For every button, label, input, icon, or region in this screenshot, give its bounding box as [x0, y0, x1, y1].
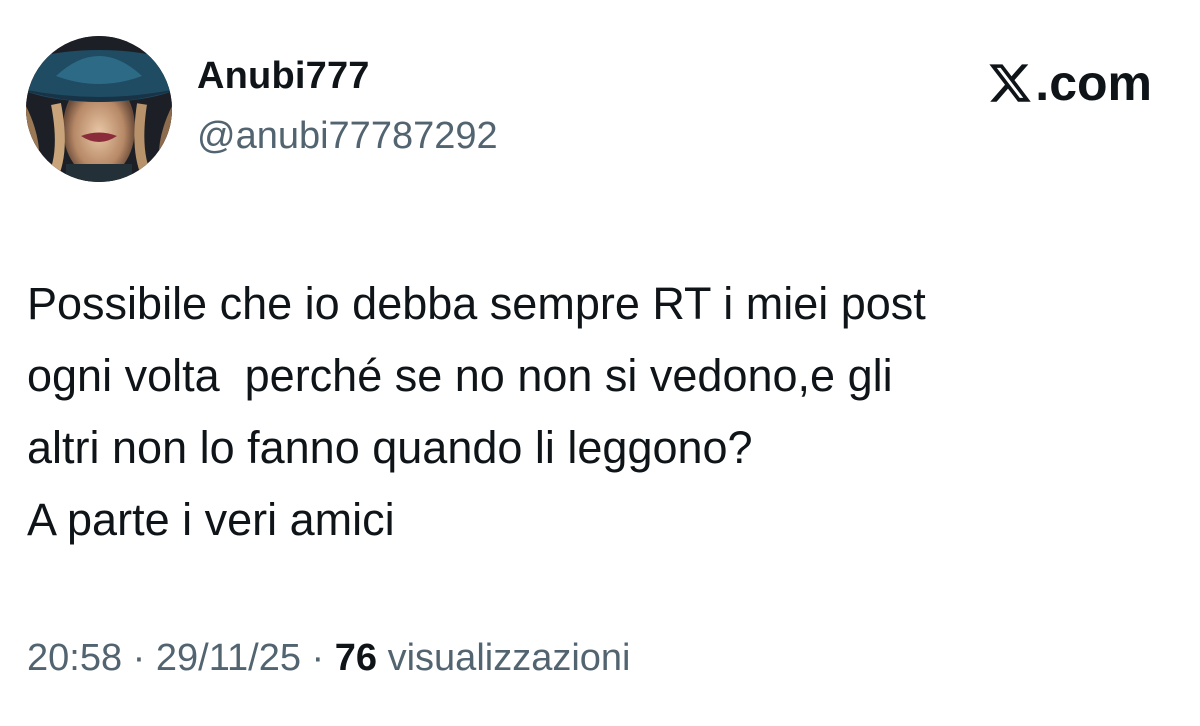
x-logo-icon — [987, 60, 1033, 106]
tweet-meta: 20:58 · 29/11/25 · 76 visualizzazioni — [27, 637, 631, 680]
tweet-text: Possibile che io debba sempre RT i miei … — [27, 268, 1167, 556]
tweet-text-line: Possibile che io debba sempre RT i miei … — [27, 278, 926, 329]
avatar[interactable] — [26, 36, 172, 182]
meta-separator: · — [132, 637, 146, 679]
author-display-name[interactable]: Anubi777 — [197, 55, 370, 98]
tweet-date[interactable]: 29/11/25 — [156, 637, 301, 679]
tweet-text-line: altri non lo fanno quando li leggono? — [27, 422, 753, 473]
author-handle[interactable]: @anubi77787292 — [197, 115, 498, 158]
views-count[interactable]: 76 — [335, 637, 377, 679]
meta-separator: · — [311, 637, 325, 679]
brand-domain-suffix: .com — [1035, 55, 1152, 111]
brand-logo: .com — [987, 58, 1152, 108]
views-label: visualizzazioni — [387, 637, 631, 679]
avatar-woman-hat-image — [26, 36, 172, 182]
tweet-time[interactable]: 20:58 — [27, 637, 122, 679]
tweet-text-line: ogni volta perché se no non si vedono,e … — [27, 350, 893, 401]
tweet-text-line: A parte i veri amici — [27, 494, 395, 545]
